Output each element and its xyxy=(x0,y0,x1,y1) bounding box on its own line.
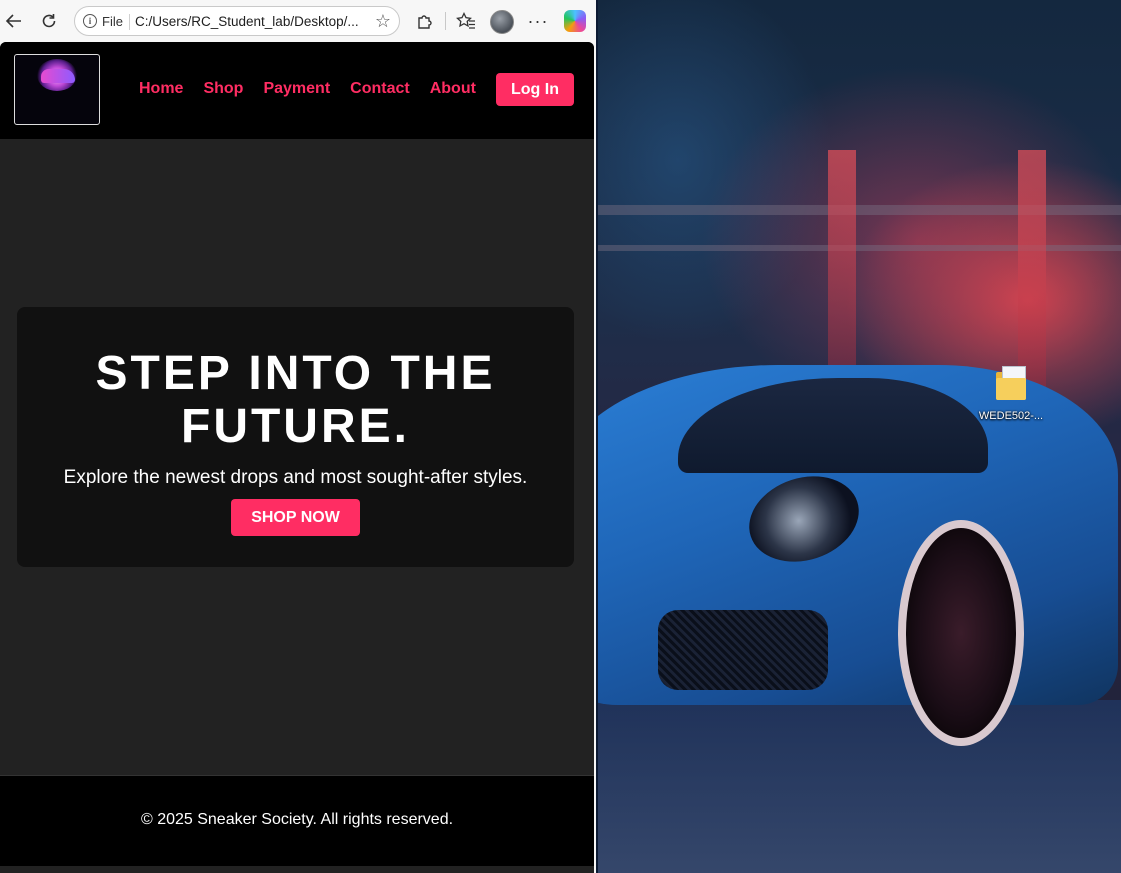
favorites-icon[interactable] xyxy=(454,9,478,33)
web-page: Home Shop Payment Contact About Log In S… xyxy=(0,42,594,873)
desktop-folder[interactable]: WEDE502-... xyxy=(978,364,1044,422)
address-url[interactable]: C:/Users/RC_Student_lab/Desktop/... xyxy=(135,14,359,29)
profile-avatar[interactable] xyxy=(490,10,514,34)
address-scheme-label: File xyxy=(102,14,123,29)
site-header: Home Shop Payment Contact About Log In xyxy=(0,42,594,139)
hero-headline: STEP INTO THE FUTURE. xyxy=(17,347,574,453)
browser-window: i File C:/Users/RC_Student_lab/Desktop/.… xyxy=(0,0,596,873)
nav-link-about[interactable]: About xyxy=(430,80,476,98)
hero-subtitle: Explore the newest drops and most sought… xyxy=(63,467,528,488)
shop-now-button[interactable]: SHOP NOW xyxy=(231,499,360,536)
extensions-icon[interactable] xyxy=(413,9,437,33)
nav-link-shop[interactable]: Shop xyxy=(203,80,243,98)
car-grille xyxy=(658,610,828,690)
desktop-wallpaper xyxy=(598,0,1121,873)
site-footer: © 2025 Sneaker Society. All rights reser… xyxy=(0,775,594,866)
wallpaper-floor xyxy=(598,700,1121,873)
wallpaper-pillar xyxy=(1018,150,1046,390)
info-icon[interactable]: i xyxy=(83,14,97,28)
refresh-icon[interactable] xyxy=(37,9,61,33)
car-wheel xyxy=(898,520,1024,746)
address-bar[interactable]: i File C:/Users/RC_Student_lab/Desktop/.… xyxy=(74,6,400,36)
desktop-folder-label: WEDE502-... xyxy=(978,410,1044,422)
footer-copyright: © 2025 Sneaker Society. All rights reser… xyxy=(140,811,454,828)
nav-link-contact[interactable]: Contact xyxy=(350,80,410,98)
site-logo[interactable] xyxy=(14,54,100,125)
more-menu-icon[interactable]: ··· xyxy=(526,9,550,33)
main-nav: Home Shop Payment Contact About xyxy=(139,80,476,98)
back-arrow-icon[interactable] xyxy=(2,9,26,33)
login-button[interactable]: Log In xyxy=(496,73,574,106)
browser-toolbar: i File C:/Users/RC_Student_lab/Desktop/.… xyxy=(0,0,596,42)
hero-headline-line1: STEP INTO THE xyxy=(95,347,496,400)
copilot-icon[interactable] xyxy=(564,10,586,32)
favorite-star-icon[interactable]: ☆ xyxy=(375,11,391,32)
folder-icon xyxy=(996,364,1026,400)
nav-link-payment[interactable]: Payment xyxy=(263,80,330,98)
hero-banner: STEP INTO THE FUTURE. Explore the newest… xyxy=(17,307,574,567)
sneaker-logo-icon xyxy=(41,69,75,83)
wallpaper-pillar xyxy=(828,150,856,390)
nav-link-home[interactable]: Home xyxy=(139,80,183,98)
hero-headline-line2: FUTURE. xyxy=(181,400,410,453)
